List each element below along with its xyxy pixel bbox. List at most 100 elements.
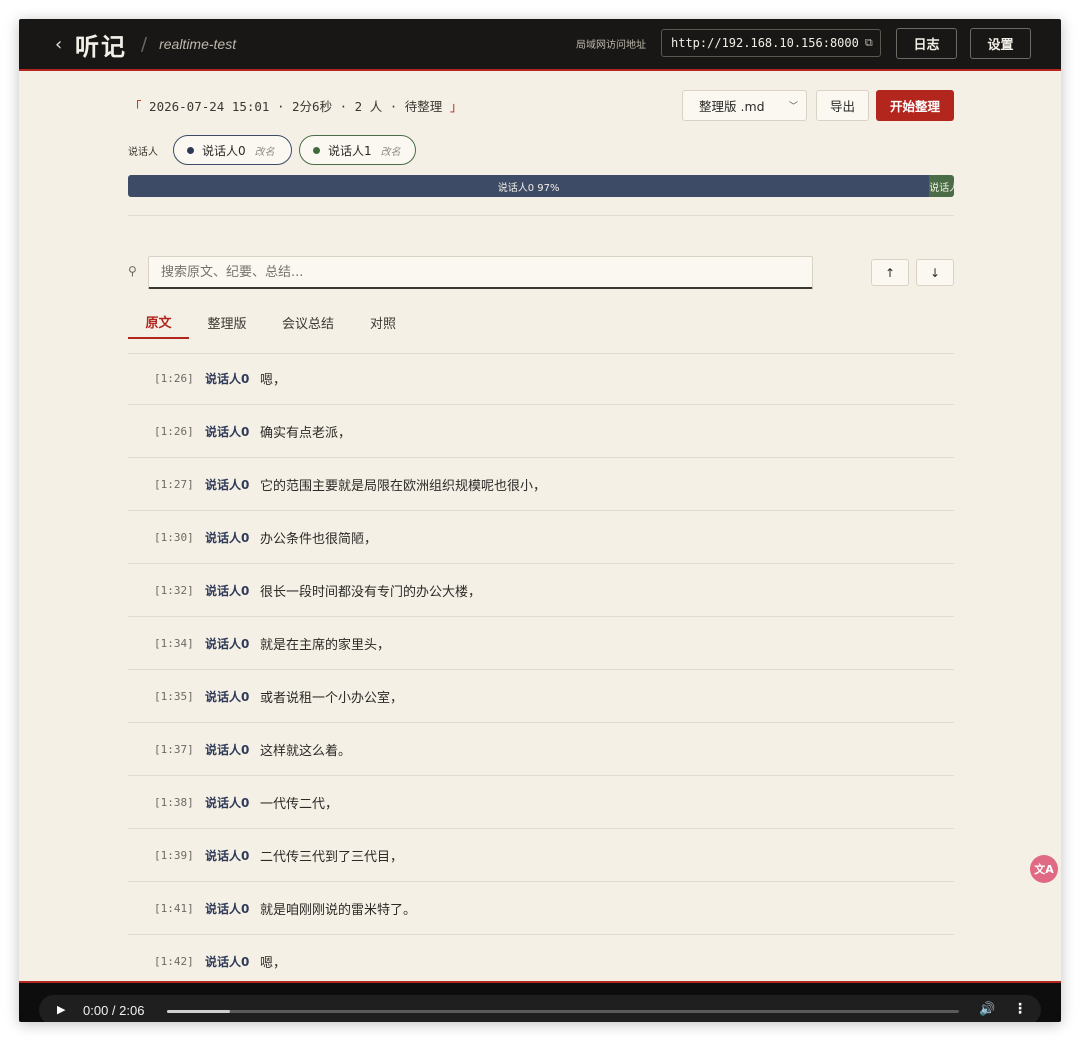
tab-summary[interactable]: 会议总结	[272, 306, 344, 339]
player-time: 0:00 / 2:06	[83, 1003, 145, 1018]
top-bar: ‹ 听记 / realtime-test 局域网访问地址 http://192.…	[19, 19, 1061, 71]
tab-bar: 原文 整理版 会议总结 对照	[128, 306, 954, 354]
search-input[interactable]	[148, 256, 813, 289]
audio-player: ▶ 0:00 / 2:06 🔊 ⋮	[19, 981, 1061, 1022]
transcript-row[interactable]: [1:32] 说话人0 很长一段时间都没有专门的办公大楼，	[128, 564, 954, 617]
tab-organized[interactable]: 整理版	[197, 306, 257, 339]
translate-icon[interactable]: 文A	[1030, 855, 1058, 883]
chevron-down-icon: ﹀	[788, 102, 798, 112]
speaker-distribution-bar: 说话人0 97% 说话人1 3%	[128, 175, 954, 197]
speaker-dot-icon	[313, 146, 320, 154]
timestamp: [1:26]	[154, 372, 194, 385]
transcript-row[interactable]: [1:38] 说话人0 一代传二代，	[128, 776, 954, 829]
prev-match-button[interactable]: ↑	[871, 259, 909, 286]
speaker-name: 说话人0	[205, 848, 250, 863]
transcript-row[interactable]: [1:30] 说话人0 办公条件也很简陋，	[128, 511, 954, 564]
speaker-name: 说话人0	[205, 530, 250, 545]
utterance-text: 就是咱刚刚说的雷米特了。	[260, 902, 417, 918]
lan-url-text: http://192.168.10.156:8000	[671, 36, 859, 50]
speaker-name: 说话人0	[205, 955, 250, 969]
timestamp: [1:32]	[154, 583, 194, 597]
seek-bar[interactable]	[167, 1010, 959, 1013]
speaker-name: 说话人0	[205, 689, 250, 704]
export-format-value: 整理版 .md	[699, 99, 765, 114]
timestamp: [1:41]	[154, 901, 194, 915]
lan-address-label: 局域网访问地址	[576, 40, 646, 51]
app-title: 听记	[75, 31, 127, 61]
tab-original[interactable]: 原文	[128, 306, 189, 339]
rename-button[interactable]: 改名	[381, 143, 401, 158]
utterance-text: 这样就这么着。	[260, 743, 352, 759]
utterance-text: 办公条件也很简陋，	[260, 531, 378, 547]
timestamp: [1:26]	[154, 424, 194, 438]
tab-compare[interactable]: 对照	[358, 306, 408, 339]
speaker-name: 说话人0	[202, 143, 246, 158]
session-name: realtime-test	[159, 36, 237, 52]
speaker-name: 说话人0	[205, 795, 250, 810]
timestamp: [1:42]	[154, 955, 194, 968]
utterance-text: 或者说租一个小办公室，	[260, 690, 404, 706]
transcript-row[interactable]: [1:37] 说话人0 这样就这么着。	[128, 723, 954, 776]
transcript-row[interactable]: [1:27] 说话人0 它的范围主要就是局限在欧洲组织规模呢也很小，	[128, 458, 954, 511]
timestamp: [1:30]	[154, 530, 194, 544]
timestamp: [1:37]	[154, 742, 194, 756]
rename-button[interactable]: 改名	[255, 143, 275, 158]
timestamp: [1:27]	[154, 477, 194, 491]
meta-info: 2026-07-24 15:01 · 2分6秒 · 2 人 · 待整理	[149, 99, 443, 114]
utterance-text: 确实有点老派，	[260, 425, 352, 441]
speaker-name: 说话人0	[205, 742, 250, 757]
utterance-text: 嗯，	[260, 956, 287, 971]
speaker-name: 说话人0	[205, 424, 250, 439]
export-format-select[interactable]: 整理版 .md ﹀	[682, 90, 807, 121]
session-meta: 「 2026-07-24 15:01 · 2分6秒 · 2 人 · 待整理 」	[129, 96, 462, 115]
speaker-name: 说话人0	[205, 477, 250, 492]
utterance-text: 嗯，	[260, 373, 287, 388]
speaker-dot-icon	[187, 146, 194, 154]
search-icon: ⚲	[128, 264, 137, 278]
transcript-list: [1:26] 说话人0 嗯， [1:26] 说话人0 确实有点老派， [1:27] 说话人…	[128, 353, 954, 988]
speaker-chip-1[interactable]: 说话人1 改名	[299, 135, 416, 165]
next-match-button[interactable]: ↓	[916, 259, 954, 286]
utterance-text: 很长一段时间都没有专门的办公大楼，	[260, 584, 482, 600]
volume-icon[interactable]: 🔊	[979, 1002, 995, 1017]
player-controls	[39, 995, 1041, 1022]
speaker-name: 说话人0	[205, 372, 250, 386]
timestamp: [1:35]	[154, 689, 194, 703]
section-divider	[128, 215, 954, 216]
utterance-text: 就是在主席的家里头，	[260, 637, 391, 653]
utterance-text: 一代传二代，	[260, 796, 339, 812]
timestamp: [1:39]	[154, 848, 194, 862]
transcript-row[interactable]: [1:26] 说话人0 确实有点老派，	[128, 405, 954, 458]
start-organize-button[interactable]: 开始整理	[876, 90, 954, 121]
timestamp: [1:38]	[154, 795, 194, 809]
copy-icon[interactable]: ⧉	[865, 36, 873, 50]
play-icon[interactable]: ▶	[57, 1003, 65, 1016]
speaker-name: 说话人0	[205, 901, 250, 916]
utterance-text: 二代传三代到了三代目，	[260, 849, 404, 865]
app-window: ‹ 听记 / realtime-test 局域网访问地址 http://192.…	[19, 19, 1061, 1022]
speaker-0-share: 说话人0 97%	[128, 175, 930, 197]
export-button[interactable]: 导出	[816, 90, 869, 121]
speaker-1-share: 说话人1 3%	[929, 175, 954, 197]
lan-url-field[interactable]: http://192.168.10.156:8000 ⧉	[661, 29, 881, 57]
speaker-name: 说话人0	[205, 583, 250, 598]
seek-bar-progress	[167, 1010, 231, 1013]
speaker-name: 说话人1	[328, 143, 372, 158]
back-button[interactable]: ‹	[55, 34, 69, 55]
transcript-row[interactable]: [1:35] 说话人0 或者说租一个小办公室，	[128, 670, 954, 723]
breadcrumb-separator: /	[141, 33, 148, 55]
meta-close-bracket: 」	[449, 99, 463, 114]
meta-open-bracket: 「	[129, 99, 142, 114]
transcript-row[interactable]: [1:39] 说话人0 二代传三代到了三代目，	[128, 829, 954, 882]
speaker-name: 说话人0	[205, 636, 250, 651]
log-button[interactable]: 日志	[896, 28, 957, 59]
more-options-icon[interactable]: ⋮	[1013, 1001, 1027, 1017]
timestamp: [1:34]	[154, 636, 194, 650]
transcript-row[interactable]: [1:26] 说话人0 嗯，	[128, 353, 954, 405]
transcript-row[interactable]: [1:34] 说话人0 就是在主席的家里头，	[128, 617, 954, 670]
speakers-label: 说话人	[128, 147, 158, 158]
settings-button[interactable]: 设置	[970, 28, 1031, 59]
speaker-chip-0[interactable]: 说话人0 改名	[173, 135, 292, 165]
transcript-row[interactable]: [1:41] 说话人0 就是咱刚刚说的雷米特了。	[128, 882, 954, 935]
utterance-text: 它的范围主要就是局限在欧洲组织规模呢也很小，	[260, 478, 547, 494]
